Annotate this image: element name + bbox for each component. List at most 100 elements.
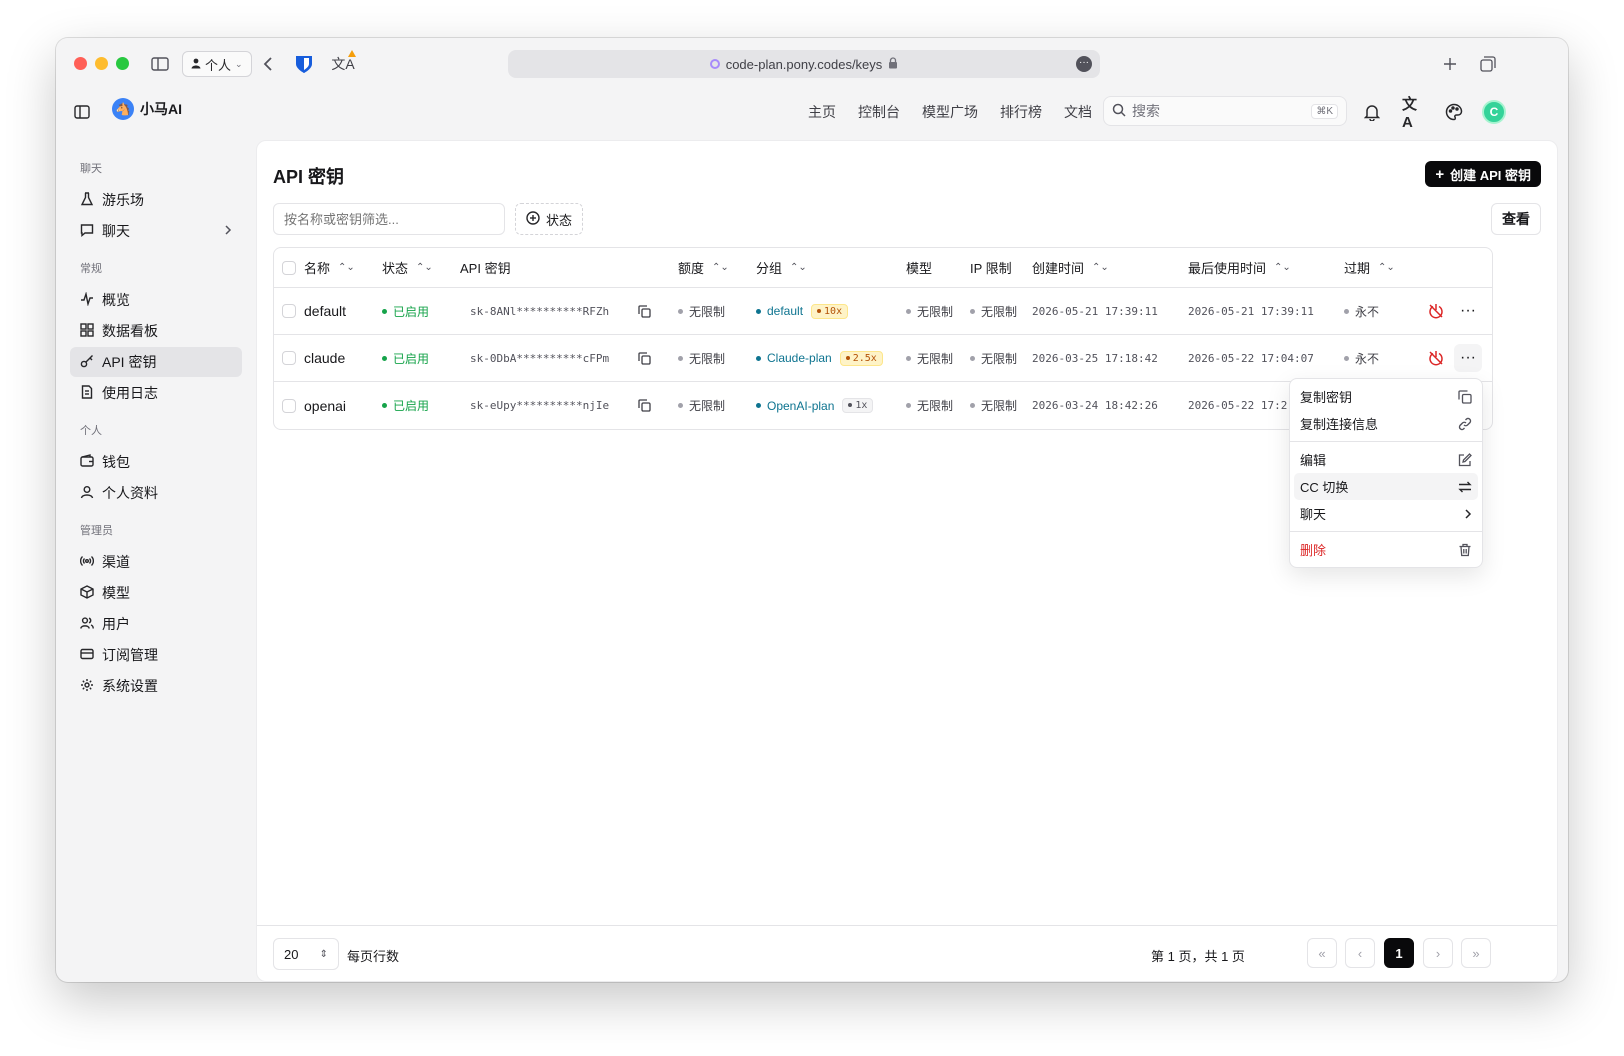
new-tab-icon[interactable] [1438,52,1462,76]
view-options-button[interactable]: 查看 [1491,203,1541,235]
chevron-right-icon: › [1435,945,1441,961]
created-time: 2026-03-24 18:42:26 [1032,399,1158,412]
row-checkbox[interactable] [282,398,296,413]
radio-signal-icon [79,554,95,571]
address-bar[interactable]: code-plan.pony.codes/keys ··· [508,50,1100,78]
search-shortcut: ⌘K [1311,103,1338,119]
sidebar-item-subscriptions[interactable]: 订阅管理 [70,640,242,670]
bell-icon[interactable] [1360,100,1384,124]
maximize-window-button[interactable] [116,57,129,70]
row-checkbox[interactable] [282,304,296,318]
chat-bubble-icon [80,223,94,240]
status-filter-button[interactable]: 状态 [515,203,584,235]
sidebar-item-profile[interactable]: 个人资料 [70,478,242,508]
disable-key-icon[interactable] [1428,335,1444,381]
nav-docs[interactable]: 文档 [1064,102,1092,122]
search-input[interactable]: 搜索 ⌘K [1103,96,1347,126]
sidebar-item-models[interactable]: 模型 [70,578,242,608]
tab-overview-icon[interactable] [1476,52,1500,76]
row-checkbox[interactable] [282,351,296,365]
sidebar-item-chat[interactable]: 聊天 [70,216,242,246]
sidebar-item-label: 使用日志 [102,385,158,401]
sort-icon: ⌃⌄ [338,261,355,273]
header-name[interactable]: 名称 ⌃⌄ [304,248,355,287]
page-options-icon[interactable]: ··· [1076,56,1092,72]
table-row[interactable]: default 已启用 sk-8ANl**********RFZh 无限制 de… [274,288,1492,335]
user-icon [80,485,94,502]
nav-console[interactable]: 控制台 [858,102,900,122]
sidebar-item-api-keys[interactable]: API 密钥 [70,347,242,377]
next-page-button[interactable]: › [1423,938,1453,968]
sidebar-collapse-icon[interactable] [70,100,94,124]
minimize-window-button[interactable] [95,57,108,70]
prev-page-button[interactable]: ‹ [1345,938,1375,968]
model-dot [906,308,911,314]
nav-model-plaza[interactable]: 模型广场 [922,102,978,122]
copy-key-icon[interactable] [638,288,651,334]
select-all-checkbox[interactable] [282,260,296,275]
header-expiry[interactable]: 过期 ⌃⌄ [1344,248,1395,287]
sidebar-item-settings[interactable]: 系统设置 [70,671,242,701]
sidebar-item-label: 概览 [102,292,130,308]
group-dot [756,308,761,314]
nav-home[interactable]: 主页 [808,102,836,122]
close-window-button[interactable] [74,57,87,70]
status-dot [382,355,387,361]
key-name: default [304,303,347,319]
sidebar-item-dashboard[interactable]: 数据看板 [70,316,242,346]
row-actions-menu: 复制密钥 复制连接信息 编辑 CC 切换 聊天 删除 [1289,378,1483,568]
sidebar-item-usage-logs[interactable]: 使用日志 [70,378,242,408]
first-page-button[interactable]: « [1307,938,1337,968]
header-label: 模型 [906,261,933,276]
sidebar-item-users[interactable]: 用户 [70,609,242,639]
header-last-used[interactable]: 最后使用时间 ⌃⌄ [1188,248,1291,287]
brand[interactable]: 🐴 小马AI [112,98,182,120]
page-info: 第 1 页，共 1 页 [1151,949,1245,964]
nav-leaderboard[interactable]: 排行榜 [1000,102,1042,122]
api-key-value: sk-eUpy**********njIe [470,399,610,412]
sidebar-item-label: 游乐场 [102,192,144,208]
menu-cc-switch[interactable]: CC 切换 [1294,473,1478,500]
plus-icon: + [1435,165,1445,183]
copy-key-icon[interactable] [638,335,651,381]
menu-copy-connection-info[interactable]: 复制连接信息 [1294,410,1478,437]
language-icon[interactable]: 文A [1402,96,1426,131]
model-text: 无限制 [917,304,954,319]
chevron-left-icon: ‹ [1357,945,1363,961]
sidebar-item-channels[interactable]: 渠道 [70,547,242,577]
header-status[interactable]: 状态 ⌃⌄ [382,248,433,287]
header-quota[interactable]: 额度 ⌃⌄ [678,248,729,287]
page-1-button[interactable]: 1 [1384,938,1414,968]
sidebar-group-general: 常规 [80,263,102,275]
password-manager-icon[interactable] [292,52,316,76]
more-actions-icon[interactable]: ··· [1454,344,1482,372]
more-actions-icon[interactable]: ··· [1460,288,1476,334]
palette-icon[interactable] [1442,100,1466,124]
profile-switcher[interactable]: 个人 ⌄ [182,51,252,77]
header-group[interactable]: 分组 ⌃⌄ [756,248,807,287]
menu-delete[interactable]: 删除 [1294,536,1478,563]
sidebar-item-wallet[interactable]: 钱包 [70,447,242,477]
disable-key-icon[interactable] [1428,288,1444,334]
ratio-dot [848,403,853,407]
ratio-dot [845,355,850,360]
menu-edit[interactable]: 编辑 [1294,446,1478,473]
translate-extension-icon[interactable]: 文A [330,50,356,76]
filter-input[interactable] [273,203,505,235]
page-size-select[interactable]: 20 ⇕ [273,938,339,970]
chevron-right-icon [1464,508,1472,520]
header-created[interactable]: 创建时间 ⌃⌄ [1032,248,1109,287]
back-arrow-icon[interactable] [256,52,280,76]
copy-key-icon[interactable] [638,382,651,429]
sidebar-group-personal: 个人 [80,425,102,437]
avatar[interactable]: C [1482,100,1506,124]
sidebar-item-playground[interactable]: 游乐场 [70,185,242,215]
menu-copy-key[interactable]: 复制密钥 [1294,383,1478,410]
menu-chat[interactable]: 聊天 [1294,500,1478,527]
sidebar-toggle-icon[interactable] [148,52,172,76]
last-page-button[interactable]: » [1461,938,1491,968]
sidebar-item-overview[interactable]: 概览 [70,285,242,315]
table-row[interactable]: claude 已启用 sk-0DbA**********cFPm 无限制 Cla… [274,335,1492,382]
create-api-key-button[interactable]: + 创建 API 密钥 [1425,161,1541,187]
last-used-time: 2026-05-22 17:2 [1188,399,1288,412]
